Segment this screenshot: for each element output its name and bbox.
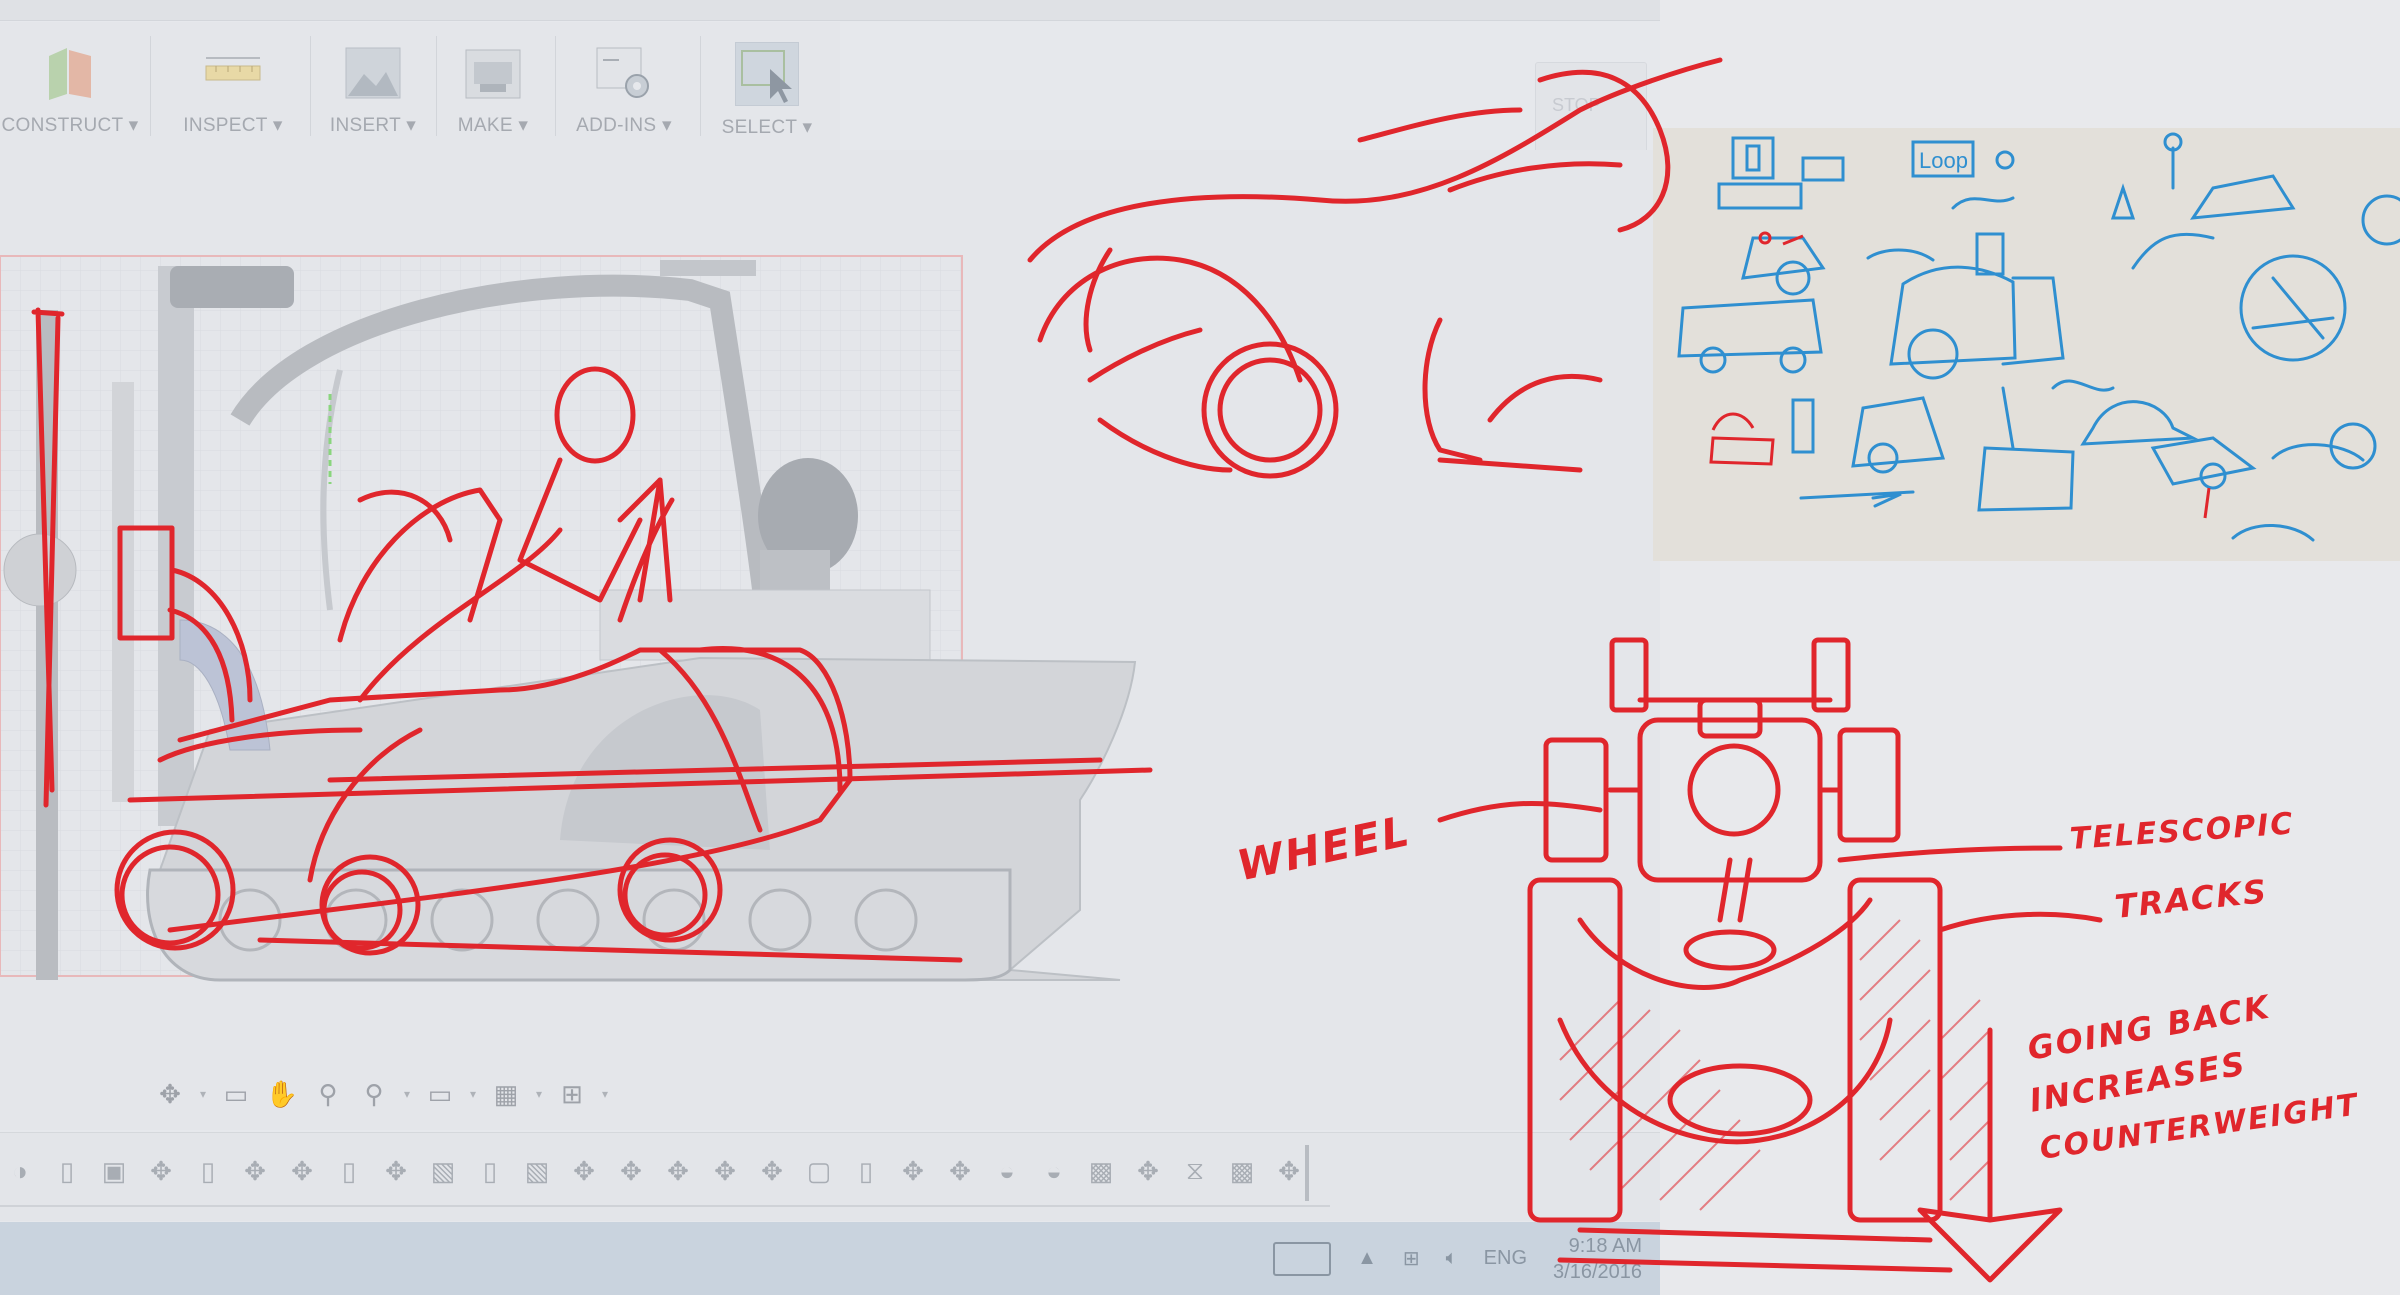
make-menu[interactable]: MAKE ▾	[440, 22, 546, 150]
add-ins-menu[interactable]: ADD-INS ▾	[560, 22, 688, 150]
navigation-toolbar: ✥ ▾ ▭ ✋ ⚲ ⚲ ▾ ▭ ▾ ▦ ▾ ⊞ ▾	[148, 1068, 632, 1120]
timeline-feature-icon[interactable]: ▣	[98, 1155, 130, 1187]
timeline-feature-icon[interactable]: ▯	[850, 1155, 882, 1187]
timeline-marker[interactable]	[1305, 1145, 1309, 1201]
construct-label: CONSTRUCT ▾	[1, 115, 139, 136]
toolbar-divider	[555, 36, 556, 136]
zoom-window-icon[interactable]: ⚲	[352, 1074, 396, 1114]
timeline-feature-icon[interactable]: ✥	[615, 1155, 647, 1187]
clock-time: 9:18 AM	[1568, 1234, 1642, 1257]
inspect-label: INSPECT ▾	[183, 115, 283, 136]
timeline-feature-icon[interactable]: ✥	[1132, 1155, 1164, 1187]
whiteboard-photo: Loop	[1653, 128, 2400, 561]
design-canvas[interactable]	[0, 150, 1660, 1130]
add-ins-label: ADD-INS ▾	[576, 115, 672, 136]
touch-keyboard-icon[interactable]	[1273, 1241, 1332, 1276]
timeline-feature-icon[interactable]: ▯	[51, 1155, 83, 1187]
timeline-feature-icon[interactable]: ✥	[568, 1155, 600, 1187]
stop-label: STOP	[1552, 95, 1601, 115]
timeline-feature-icon[interactable]: ◒	[1038, 1155, 1070, 1187]
whiteboard-sketches: Loop	[1677, 132, 2400, 542]
window-title-strip	[0, 0, 1660, 21]
grid-settings-icon[interactable]: ▦	[484, 1074, 528, 1114]
chevron-down-icon[interactable]: ▾	[530, 1074, 548, 1114]
zoom-icon[interactable]: ⚲	[306, 1074, 350, 1114]
show-hidden-icons-icon[interactable]: ▲	[1357, 1247, 1377, 1270]
pan-hand-icon[interactable]: ✋	[260, 1074, 304, 1114]
timeline-feature-icon[interactable]: ▩	[1226, 1155, 1258, 1187]
insert-label: INSERT ▾	[329, 115, 417, 136]
timeline-feature-icon[interactable]: ▢	[803, 1155, 835, 1187]
stop-sketch-button[interactable]: STOP	[1535, 62, 1647, 154]
chevron-down-icon[interactable]: ▾	[398, 1074, 416, 1114]
chevron-down-icon[interactable]: ▾	[464, 1074, 482, 1114]
system-tray: ▲ ⊞ 🔈︎ ENG 9:18 AM 3/16/2016	[1273, 1222, 1660, 1295]
select-menu[interactable]: SELECT ▾	[708, 22, 826, 150]
construct-icon	[39, 42, 101, 104]
timeline-feature-icon[interactable]: ✥	[145, 1155, 177, 1187]
chevron-down-icon[interactable]: ▾	[596, 1074, 614, 1114]
timeline-feature-icon[interactable]: ▩	[1085, 1155, 1117, 1187]
look-at-icon[interactable]: ▭	[214, 1074, 258, 1114]
mast-top	[170, 266, 294, 308]
toolbar-divider	[310, 36, 311, 136]
windows-flag-icon[interactable]: ⊞	[1403, 1246, 1420, 1271]
timeline-feature-icon[interactable]: ✥	[380, 1155, 412, 1187]
whiteboard-label: Loop	[1919, 148, 1968, 173]
timeline-feature-icon[interactable]: ✥	[897, 1155, 929, 1187]
volume-icon[interactable]: 🔈︎	[1446, 1247, 1458, 1270]
scripts-gear-icon	[593, 42, 655, 104]
ruler-icon	[202, 42, 264, 104]
timeline-feature-icon[interactable]: ◒	[991, 1155, 1023, 1187]
clock[interactable]: 9:18 AM 3/16/2016	[1553, 1233, 1642, 1285]
timeline-track	[0, 1205, 1330, 1207]
input-language[interactable]: ENG	[1484, 1247, 1527, 1270]
toolbar-divider	[436, 36, 437, 136]
counterweight-top	[599, 589, 931, 661]
timeline-feature-icon[interactable]: ⧖	[1179, 1155, 1211, 1187]
mast-rail	[112, 382, 134, 802]
timeline-feature-icon[interactable]: ▧	[427, 1155, 459, 1187]
inspect-menu[interactable]: INSPECT ▾	[168, 22, 298, 150]
track	[146, 868, 1012, 982]
guard-light	[660, 260, 756, 276]
timeline-feature-icon[interactable]: ◑	[4, 1155, 36, 1187]
timeline-feature-icon[interactable]: ✥	[756, 1155, 788, 1187]
rear-wheel	[3, 533, 77, 607]
viewports-icon[interactable]: ⊞	[550, 1074, 594, 1114]
timeline-feature-icon[interactable]: ✥	[709, 1155, 741, 1187]
mast-column	[158, 266, 194, 826]
orbit-icon[interactable]: ✥	[148, 1074, 192, 1114]
construct-menu[interactable]: CONSTRUCT ▾	[0, 22, 140, 150]
select-label: SELECT ▾	[721, 117, 813, 138]
make-label: MAKE ▾	[457, 115, 529, 136]
timeline-feature-icon[interactable]: ▯	[474, 1155, 506, 1187]
timeline-feature-icon[interactable]: ▯	[333, 1155, 365, 1187]
timeline-feature-icon[interactable]: ✥	[662, 1155, 694, 1187]
fusion-app-window: CONSTRUCT ▾ INSPECT ▾ INSERT ▾ MAKE ▾ AD…	[0, 0, 1660, 1295]
printer-icon	[462, 42, 524, 104]
chevron-down-icon[interactable]: ▾	[194, 1074, 212, 1114]
toolbar-divider	[700, 36, 701, 136]
timeline-feature-icon[interactable]: ✥	[239, 1155, 271, 1187]
clock-date: 3/16/2016	[1553, 1260, 1642, 1283]
timeline-feature-icon[interactable]: ✥	[1273, 1155, 1305, 1187]
timeline-feature-icon[interactable]: ▯	[192, 1155, 224, 1187]
toolbar-divider	[150, 36, 151, 136]
main-toolbar: CONSTRUCT ▾ INSPECT ▾ INSERT ▾ MAKE ▾ AD…	[0, 22, 840, 150]
windows-taskbar: ▲ ⊞ 🔈︎ ENG 9:18 AM 3/16/2016	[0, 1222, 1660, 1295]
mast-rail	[36, 310, 58, 980]
cursor-select-icon	[735, 42, 799, 106]
history-timeline: ◑ ▯ ▣ ✥ ▯ ✥ ✥ ▯ ✥ ▧ ▯ ▧ ✥ ✥ ✥ ✥ ✥ ▢ ▯ ✥ ✥ ◒ ◒ ▩ ✥ ⧖ ▩ ✥	[0, 1132, 1660, 1221]
timeline-feature-icon[interactable]: ▧	[521, 1155, 553, 1187]
insert-menu[interactable]: INSERT ▾	[318, 22, 428, 150]
display-settings-icon[interactable]: ▭	[418, 1074, 462, 1114]
timeline-feature-icon[interactable]: ✥	[944, 1155, 976, 1187]
timeline-feature-icon[interactable]: ✥	[286, 1155, 318, 1187]
image-icon	[342, 42, 404, 104]
cad-model-view	[0, 255, 1137, 982]
